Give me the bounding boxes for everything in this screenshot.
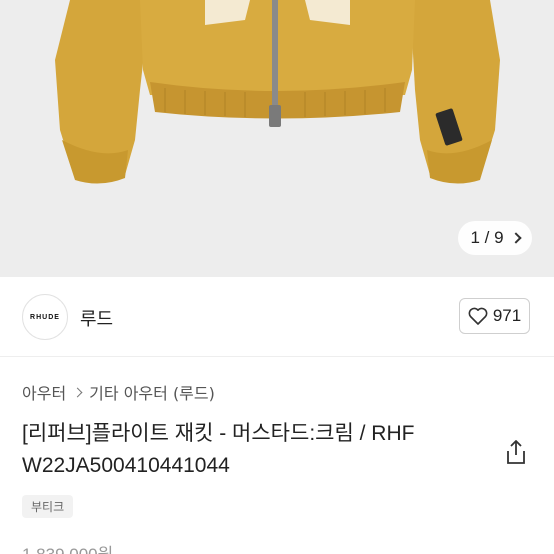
- brand-row[interactable]: RHUDE 루드 971: [0, 277, 554, 357]
- image-counter[interactable]: 1 / 9: [458, 221, 532, 255]
- brand-logo-text: RHUDE: [30, 313, 60, 321]
- chevron-right-icon: [72, 387, 83, 397]
- breadcrumb: 아우터 기타 아우터 (루드): [22, 380, 215, 404]
- image-counter-text: 1 / 9: [470, 228, 504, 247]
- original-price: 1,839,000원: [22, 540, 113, 554]
- brand-logo[interactable]: RHUDE: [22, 294, 68, 340]
- boutique-tag: 부티크: [22, 495, 74, 518]
- chevron-right-icon: [509, 232, 522, 244]
- breadcrumb-category[interactable]: 아우터: [22, 380, 66, 404]
- like-button[interactable]: 971: [459, 298, 530, 334]
- product-title: [리퍼브]플라이트 재킷 - 머스타드:크림 / RHF W22JA500410…: [22, 422, 415, 477]
- breadcrumb-subcategory[interactable]: 기타 아우터 (루드): [89, 380, 215, 404]
- brand-name[interactable]: 루드: [80, 305, 113, 331]
- heart-icon: [468, 307, 488, 325]
- share-icon[interactable]: [504, 439, 528, 465]
- like-count: 971: [492, 306, 522, 325]
- product-image-gallery[interactable]: 1 / 9: [0, 0, 554, 277]
